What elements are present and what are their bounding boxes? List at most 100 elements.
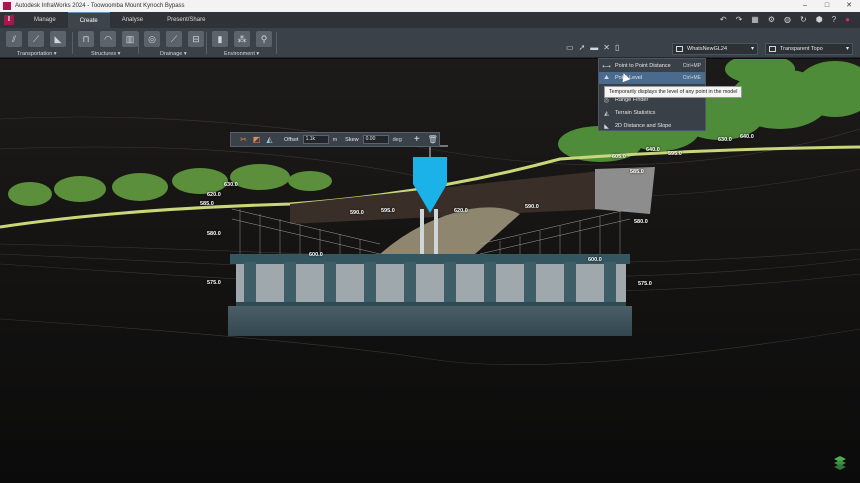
elevation-label: 630.0 bbox=[224, 182, 238, 188]
chevron-down-icon: ▾ bbox=[750, 46, 754, 52]
menu-item-label: Point to Point Distance bbox=[615, 63, 671, 69]
menu-item-terrain-statistics[interactable]: ◭ Terrain Statistics bbox=[599, 107, 705, 119]
measure-icon[interactable]: ▬ bbox=[590, 43, 598, 52]
tools-icon[interactable]: ✕ bbox=[603, 43, 610, 52]
delete-icon[interactable]: 🗑 bbox=[428, 135, 438, 144]
road-icon[interactable]: ⫽ bbox=[6, 31, 22, 47]
elevation-label: 595.0 bbox=[668, 151, 682, 157]
globe-icon[interactable]: ◍ bbox=[784, 12, 791, 28]
pier-cap bbox=[228, 306, 632, 336]
group-label-drainage[interactable]: Drainage ▾ bbox=[160, 51, 187, 57]
elevation-label: 600.0 bbox=[309, 252, 323, 258]
group-label-transportation[interactable]: Transportation ▾ bbox=[17, 51, 57, 57]
curve-road-icon[interactable]: ⟋ bbox=[28, 31, 44, 47]
add-pier-icon[interactable]: + bbox=[414, 134, 420, 145]
group-environment: ▮ ⁂ ⚲ Environment ▾ bbox=[206, 28, 276, 58]
elevation-label: 620.0 bbox=[454, 208, 468, 214]
bridge-icon[interactable]: ⊓ bbox=[78, 31, 94, 47]
elevation-label: 580.0 bbox=[207, 231, 221, 237]
elevation-label: 630.0 bbox=[718, 137, 732, 143]
menu-item-shortcut: Ctrl+ME bbox=[682, 75, 701, 81]
scene-render bbox=[0, 59, 860, 483]
tab-create[interactable]: Create bbox=[67, 12, 110, 28]
menu-item-point-to-point[interactable]: ⟷ Point to Point Distance Ctrl+MP bbox=[599, 60, 705, 72]
bridge-edit-toolbar: ✂ ◩ ◭ Offset 1.1k m Skew 0.00 deg + 🗑 bbox=[230, 132, 440, 147]
elevation-label: 605.0 bbox=[612, 154, 626, 160]
group-label-structures[interactable]: Structures ▾ bbox=[91, 51, 120, 57]
menu-item-point-level[interactable]: ⛰ Point Level Ctrl+ME bbox=[599, 72, 705, 84]
city-furniture-icon[interactable]: ⚲ bbox=[256, 31, 272, 47]
elevation-label: 640.0 bbox=[740, 134, 754, 140]
tab-manage[interactable]: Manage bbox=[22, 12, 68, 28]
ribbon-tab-bar: I Manage Create Analyse Present/Share ↶ … bbox=[0, 12, 860, 28]
distance-slope-icon: ◣ bbox=[604, 123, 609, 130]
app-menu-logo[interactable]: I bbox=[4, 15, 14, 25]
elevation-label: 620.0 bbox=[207, 192, 221, 198]
ribbon-divider bbox=[276, 32, 277, 54]
help-icon[interactable]: ? bbox=[832, 12, 836, 28]
undo-icon[interactable]: ↶ bbox=[720, 12, 727, 28]
skew-label: Skew bbox=[345, 136, 359, 143]
align-pier-icon[interactable]: ◭ bbox=[265, 135, 274, 144]
title-bar: Autodesk InfraWorks 2024 - Toowoomba Mou… bbox=[0, 0, 860, 12]
watermark-logo-icon bbox=[832, 455, 848, 471]
style-dropdown[interactable]: Transparent Topo ▾ bbox=[765, 43, 853, 55]
abutment-right bbox=[595, 167, 655, 214]
tooltip: Temporarily displays the level of any po… bbox=[604, 86, 743, 98]
offset-input[interactable]: 1.1k bbox=[302, 135, 329, 144]
culvert-icon[interactable]: ◎ bbox=[144, 31, 160, 47]
offset-unit: m bbox=[332, 136, 338, 143]
pier-column bbox=[434, 209, 438, 254]
tab-present-share[interactable]: Present/Share bbox=[155, 12, 217, 28]
grid-icon[interactable]: ▦ bbox=[751, 12, 759, 28]
skew-input[interactable]: 0.00 bbox=[362, 135, 389, 144]
elevation-label: 590.0 bbox=[525, 204, 539, 210]
vegetation-icon[interactable]: ⁂ bbox=[234, 31, 250, 47]
menu-item-label: 2D Distance and Slope bbox=[615, 123, 672, 129]
menu-item-2d-distance-slope[interactable]: ◣ 2D Distance and Slope bbox=[599, 120, 705, 132]
elevation-label: 575.0 bbox=[207, 280, 221, 286]
chevron-down-icon: ▾ bbox=[845, 46, 849, 52]
account-icon[interactable]: ● bbox=[845, 12, 850, 28]
elevation-label: 575.0 bbox=[638, 281, 652, 287]
elevation-label: 595.0 bbox=[381, 208, 395, 214]
skew-unit: deg bbox=[392, 136, 402, 143]
style-dropdown-value: Transparent Topo bbox=[780, 46, 823, 52]
ruler-icon: ⟷ bbox=[602, 63, 611, 70]
cube-icon[interactable]: ⬢ bbox=[816, 12, 823, 28]
window-title: Autodesk InfraWorks 2024 - Toowoomba Mou… bbox=[15, 3, 185, 9]
group-label-environment[interactable]: Environment ▾ bbox=[224, 51, 259, 57]
app-icon bbox=[3, 2, 11, 10]
view-tools: ▭ ➚ ▬ ✕ ▯ bbox=[566, 43, 619, 52]
menu-item-label: Terrain Statistics bbox=[615, 110, 656, 116]
elevation-label: 585.0 bbox=[630, 169, 644, 175]
maximize-button[interactable]: □ bbox=[816, 0, 838, 12]
model-dropdown[interactable]: WhatsNewGL24 ▾ bbox=[672, 43, 758, 55]
building-icon[interactable]: ▥ bbox=[122, 31, 138, 47]
select-arrow-icon[interactable]: ➚ bbox=[579, 43, 586, 52]
point-level-icon: ⛰ bbox=[603, 74, 610, 81]
elevation-label: 580.0 bbox=[634, 219, 648, 225]
layers-icon[interactable]: ▯ bbox=[615, 43, 619, 52]
minimize-button[interactable]: – bbox=[794, 0, 816, 12]
inlet-icon[interactable]: ⊟ bbox=[188, 31, 204, 47]
tunnel-icon[interactable]: ◠ bbox=[100, 31, 116, 47]
deck-soffit bbox=[236, 302, 626, 306]
intersection-icon[interactable]: ◣ bbox=[50, 31, 66, 47]
pipe-icon[interactable]: ⟋ bbox=[166, 31, 182, 47]
traffic-light-icon[interactable]: ▮ bbox=[212, 31, 228, 47]
model-viewport[interactable]: 630.0 620.0 585.0 580.0 575.0 590.0 595.… bbox=[0, 59, 860, 483]
elevation-label: 600.0 bbox=[588, 257, 602, 263]
pier-settings-icon[interactable]: ◩ bbox=[252, 135, 261, 144]
tab-analyse[interactable]: Analyse bbox=[110, 12, 155, 28]
window-controls: – □ ✕ bbox=[794, 0, 860, 12]
group-drainage: ◎ ⟋ ⊟ Drainage ▾ bbox=[138, 28, 206, 58]
group-structures: ⊓ ◠ ▥ Structures ▾ bbox=[72, 28, 138, 58]
close-button[interactable]: ✕ bbox=[838, 0, 860, 12]
refresh-icon[interactable]: ↻ bbox=[800, 12, 807, 28]
pier-column bbox=[420, 209, 424, 254]
screen-icon[interactable]: ▭ bbox=[566, 43, 574, 52]
remove-pier-icon[interactable]: ✂ bbox=[239, 135, 248, 144]
redo-icon[interactable]: ↷ bbox=[736, 12, 743, 28]
settings-icon[interactable]: ⚙ bbox=[768, 12, 775, 28]
